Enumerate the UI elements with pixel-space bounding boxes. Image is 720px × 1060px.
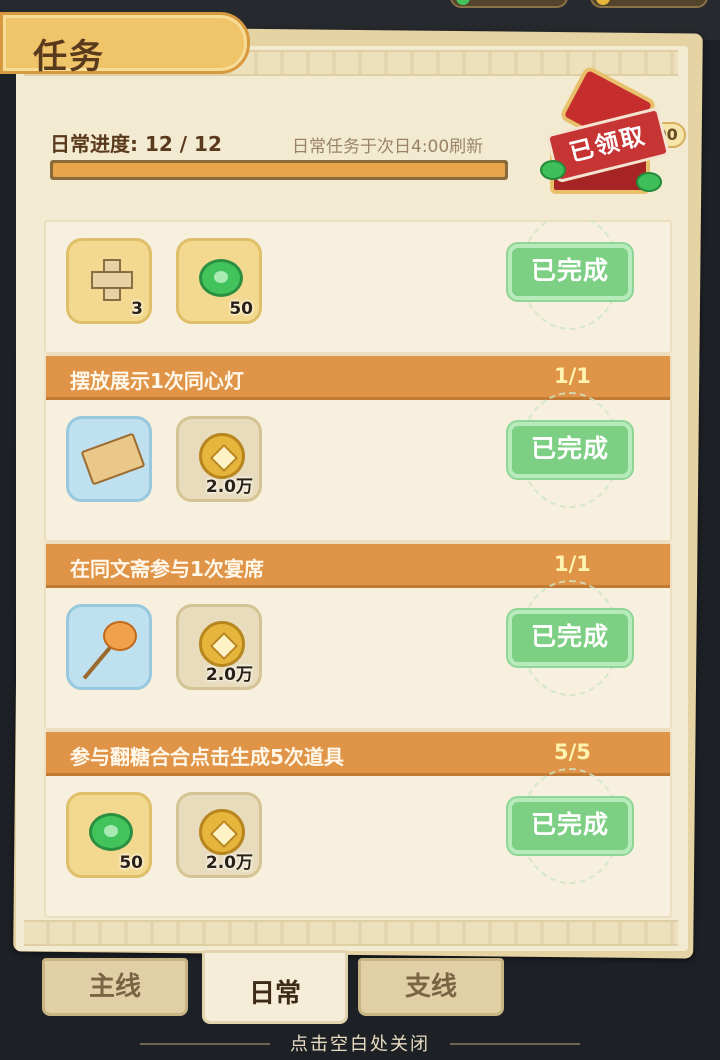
completed-button[interactable]: 已完成 bbox=[508, 244, 632, 300]
task-card: 3 50 已完成 bbox=[44, 220, 672, 354]
task-card: 参与翻糖合合点击生成5次道具 5/5 50 2.0万 已完成 bbox=[44, 730, 672, 918]
jade-icon bbox=[89, 813, 133, 851]
close-hint[interactable]: 点击空白处关闭 bbox=[0, 1030, 720, 1056]
tab-side-quest[interactable]: 支线 bbox=[358, 958, 504, 1016]
reward-slot[interactable]: 50 bbox=[66, 792, 152, 878]
jade-icon bbox=[540, 160, 566, 180]
puzzle-blocks-icon bbox=[87, 255, 137, 305]
reward-slot[interactable]: 3 bbox=[66, 238, 152, 324]
reward-slot[interactable] bbox=[66, 604, 152, 690]
task-title: 参与翻糖合合点击生成5次道具 bbox=[70, 745, 344, 769]
reward-slot[interactable]: 2.0万 bbox=[176, 416, 262, 502]
reward-slot[interactable]: 2.0万 bbox=[176, 792, 262, 878]
decorative-border-bottom bbox=[24, 920, 678, 946]
completed-button[interactable]: 已完成 bbox=[508, 610, 632, 666]
task-card: 摆放展示1次同心灯 1/1 2.0万 已完成 bbox=[44, 354, 672, 542]
task-title: 在同文斋参与1次宴席 bbox=[70, 557, 264, 581]
task-title: 摆放展示1次同心灯 bbox=[70, 369, 244, 393]
completed-button[interactable]: 已完成 bbox=[508, 798, 632, 854]
sugar-figure-icon bbox=[103, 621, 137, 651]
reward-slot[interactable]: 50 bbox=[176, 238, 262, 324]
jade-icon bbox=[199, 259, 243, 297]
task-progress: 1/1 bbox=[554, 364, 591, 388]
completed-button[interactable]: 已完成 bbox=[508, 422, 632, 478]
tab-daily[interactable]: 日常 bbox=[202, 950, 348, 1024]
task-card-body: 2.0万 已完成 bbox=[46, 580, 670, 728]
task-progress: 5/5 bbox=[554, 740, 591, 764]
task-card-body: 50 2.0万 已完成 bbox=[46, 768, 670, 916]
reward-quantity: 50 bbox=[229, 299, 253, 319]
task-card: 在同文斋参与1次宴席 1/1 2.0万 已完成 bbox=[44, 542, 672, 730]
jade-icon bbox=[636, 172, 662, 192]
reward-slot[interactable]: 2.0万 bbox=[176, 604, 262, 690]
scroll-icon bbox=[80, 432, 146, 486]
reward-slot[interactable] bbox=[66, 416, 152, 502]
task-list[interactable]: 3 50 已完成 摆放展示1次同心灯 1/1 2.0万 已完成 在同文斋参与1次… bbox=[44, 220, 672, 920]
daily-progress-fill bbox=[53, 163, 505, 177]
sugar-figure-stick bbox=[82, 646, 112, 680]
reward-quantity: 2.0万 bbox=[205, 853, 253, 873]
jade-currency-pill[interactable] bbox=[450, 0, 568, 8]
task-card-body: 2.0万 已完成 bbox=[46, 392, 670, 540]
refresh-hint: 日常任务于次日4:00刷新 bbox=[292, 137, 484, 157]
daily-progress-bar bbox=[50, 160, 508, 180]
tab-main-quest[interactable]: 主线 bbox=[42, 958, 188, 1016]
reward-quantity: 2.0万 bbox=[205, 477, 253, 497]
coin-icon bbox=[596, 0, 610, 5]
task-card-body: 3 50 已完成 bbox=[46, 220, 670, 352]
daily-reward-chest[interactable]: 200 已领取 bbox=[540, 64, 686, 200]
title-ribbon: 任务 bbox=[0, 12, 250, 77]
coin-currency-pill[interactable] bbox=[590, 0, 708, 8]
reward-quantity: 50 bbox=[119, 853, 143, 873]
jade-icon bbox=[456, 0, 470, 5]
reward-quantity: 3 bbox=[131, 299, 143, 319]
task-progress: 1/1 bbox=[554, 552, 591, 576]
reward-quantity: 2.0万 bbox=[205, 665, 253, 685]
page-title: 任务 bbox=[33, 37, 105, 77]
daily-progress-label: 日常进度: 12 / 12 bbox=[50, 132, 222, 156]
